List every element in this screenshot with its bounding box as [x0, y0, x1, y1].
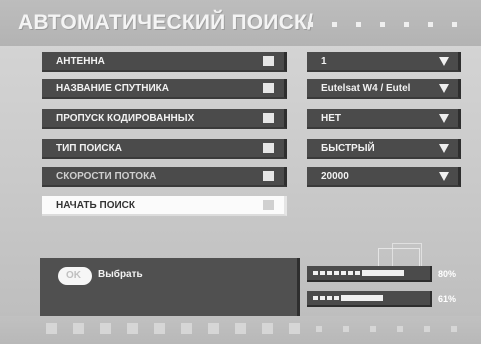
- level-dot: [362, 295, 369, 301]
- level-dot: [341, 271, 346, 275]
- footer-square-decoration: [316, 326, 322, 332]
- level-dot: [348, 271, 353, 275]
- square-icon: [263, 200, 274, 210]
- square-icon: [263, 143, 274, 153]
- level-dot: [320, 296, 325, 300]
- setting-value: 20000: [321, 171, 349, 182]
- level-dot: [327, 271, 332, 275]
- dropdown-arrow-icon: [439, 57, 449, 66]
- footer-square-decoration: [289, 323, 300, 334]
- setting-row-search-type[interactable]: ТИП ПОИСКА: [42, 139, 287, 159]
- setting-value-search-type[interactable]: БЫСТРЫЙ: [307, 139, 461, 159]
- level-dot: [313, 271, 318, 275]
- level-dot: [320, 271, 325, 275]
- footer-square-decoration: [208, 323, 219, 334]
- footer-square-decoration: [451, 326, 457, 332]
- level-dot: [348, 295, 355, 301]
- setting-value: 1: [321, 56, 327, 67]
- level-dot: [390, 270, 397, 276]
- setting-value-satellite-name[interactable]: Eutelsat W4 / Eutel: [307, 79, 461, 99]
- square-icon: [263, 113, 274, 123]
- level-dot: [334, 296, 339, 300]
- level-dot: [383, 270, 390, 276]
- square-icon: [263, 171, 274, 181]
- level-dot: [397, 270, 404, 276]
- level-dot: [369, 295, 376, 301]
- start-search-label: НАЧАТЬ ПОИСК: [56, 200, 135, 211]
- footer-square-decoration: [343, 326, 349, 332]
- setting-label: СКОРОСТИ ПОТОКА: [56, 171, 157, 182]
- square-icon: [263, 83, 274, 93]
- footer-square-decoration: [235, 323, 246, 334]
- footer-square-decoration: [424, 326, 430, 332]
- footer-square-decoration: [73, 323, 84, 334]
- footer-square-decoration: [262, 323, 273, 334]
- footer-square-decoration: [181, 323, 192, 334]
- setting-label: НАЗВАНИЕ СПУТНИКА: [56, 83, 169, 94]
- signal-strength-bar: [307, 266, 432, 282]
- square-icon: [263, 56, 274, 66]
- setting-value-skip-encrypted[interactable]: НЕТ: [307, 109, 461, 129]
- footer-square-decoration: [127, 323, 138, 334]
- dropdown-arrow-icon: [439, 172, 449, 181]
- level-dot: [341, 295, 348, 301]
- dropdown-arrow-icon: [439, 144, 449, 153]
- setting-row-skip-encrypted[interactable]: ПРОПУСК КОДИРОВАННЫХ: [42, 109, 287, 129]
- setting-label: АНТЕННА: [56, 56, 105, 67]
- signal-strength-percent: 80%: [438, 269, 457, 279]
- level-dot: [334, 271, 339, 275]
- dropdown-arrow-icon: [439, 114, 449, 123]
- start-search-button[interactable]: НАЧАТЬ ПОИСК: [42, 196, 287, 216]
- setting-value-antenna[interactable]: 1: [307, 52, 461, 72]
- setting-row-symbol-rate[interactable]: СКОРОСТИ ПОТОКА: [42, 167, 287, 187]
- setting-value: БЫСТРЫЙ: [321, 143, 375, 154]
- level-dot: [313, 296, 318, 300]
- setting-value: Eutelsat W4 / Eutel: [321, 83, 411, 94]
- footer-square-decoration: [370, 326, 376, 332]
- level-dot: [376, 295, 383, 301]
- signal-quality-bar: [307, 291, 432, 307]
- setting-value: НЕТ: [321, 113, 341, 124]
- signal-quality-percent: 61%: [438, 294, 457, 304]
- page-title: АВТОМАТИЧЕСКИЙ ПОИСК/: [18, 11, 314, 34]
- level-dot: [327, 296, 332, 300]
- level-dot: [355, 271, 360, 275]
- ok-hint-panel: OK Выбрать: [40, 258, 300, 322]
- footer-square-decoration: [154, 323, 165, 334]
- level-dot: [376, 270, 383, 276]
- setting-row-antenna[interactable]: АНТЕННА: [42, 52, 287, 72]
- footer-square-decoration: [46, 323, 57, 334]
- footer-square-decoration: [397, 326, 403, 332]
- setting-label: ПРОПУСК КОДИРОВАННЫХ: [56, 113, 195, 124]
- level-dot: [362, 270, 369, 276]
- setting-value-symbol-rate[interactable]: 20000: [307, 167, 461, 187]
- ok-action-label: Выбрать: [98, 269, 143, 280]
- ok-key-icon: OK: [58, 267, 92, 285]
- level-dot: [355, 295, 362, 301]
- setting-row-satellite-name[interactable]: НАЗВАНИЕ СПУТНИКА: [42, 79, 287, 99]
- level-dot: [369, 270, 376, 276]
- setting-label: ТИП ПОИСКА: [56, 143, 122, 154]
- footer-square-decoration: [100, 323, 111, 334]
- dropdown-arrow-icon: [439, 84, 449, 93]
- ok-key-label: OK: [66, 270, 81, 281]
- footer-strip: [0, 316, 481, 344]
